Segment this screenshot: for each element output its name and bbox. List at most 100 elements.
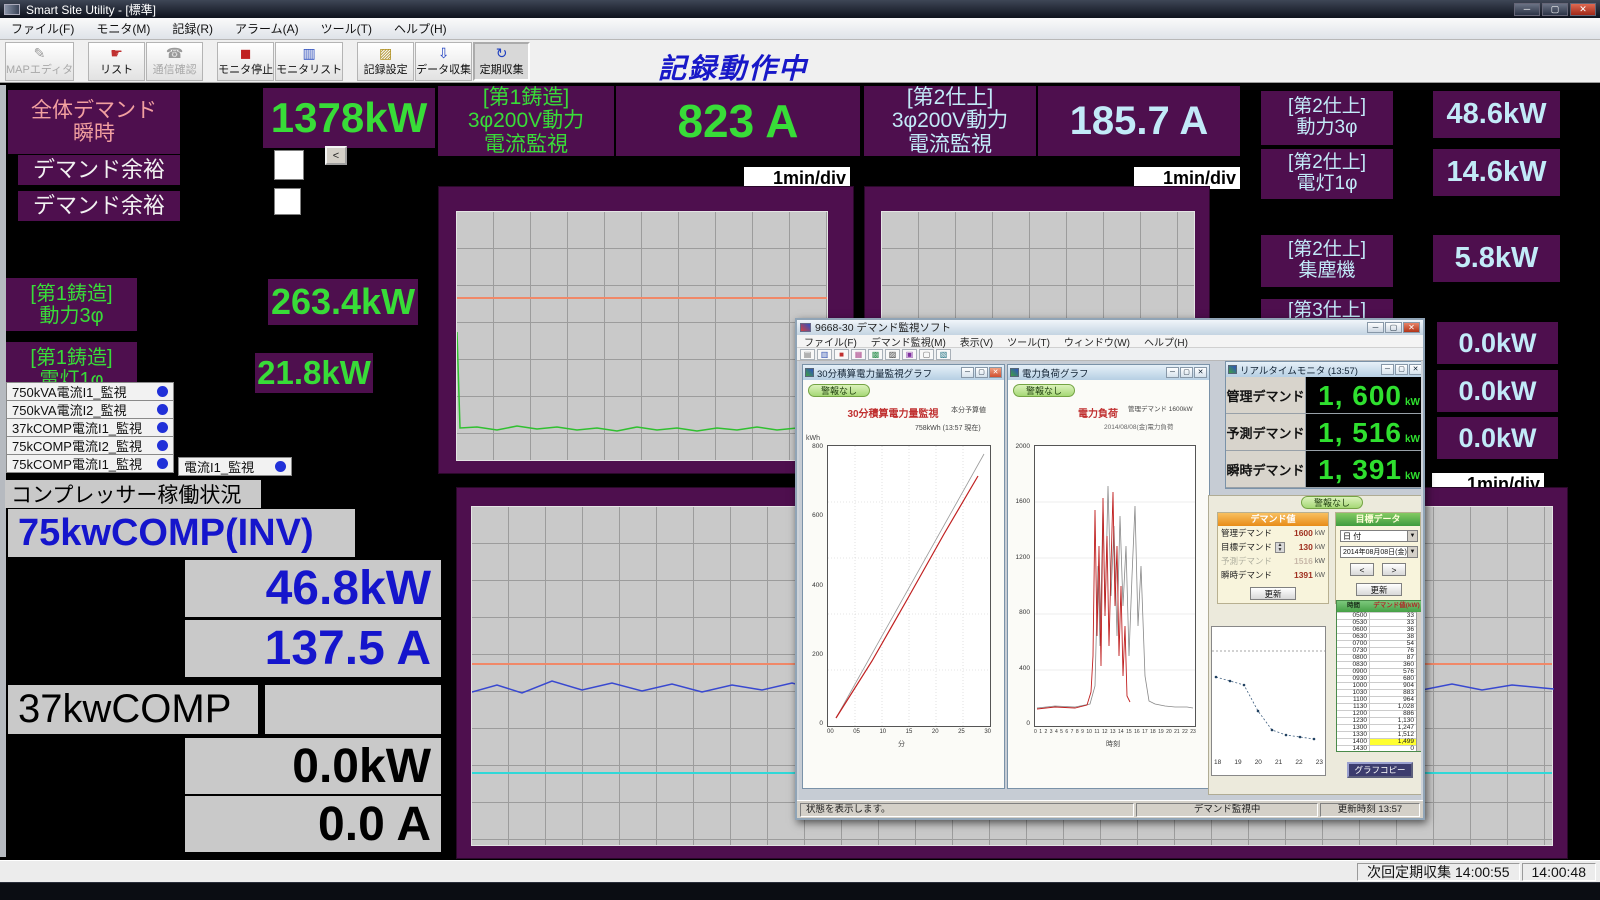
demand-margin-label-2: デマンド余裕 [18,191,180,221]
taskbar[interactable] [0,882,1600,900]
table-row: 1230 1,130 [1337,717,1421,724]
close-button[interactable]: ✕ [1570,3,1596,16]
y-axis-unit: kWh [806,435,820,442]
realtime-row-label: 予測デマンド [1226,414,1306,450]
minimize-button[interactable]: ─ [1166,367,1179,378]
next-collection-time: 次回定期収集 14:00:55 [1357,863,1519,881]
back-button[interactable]: < [325,146,347,165]
close-button[interactable]: ✕ [1194,367,1207,378]
toolbar-icon[interactable]: ▩ [868,349,883,360]
close-button[interactable]: ✕ [989,367,1002,378]
date-combo[interactable]: 2014年08月08日(金) ▼ [1340,546,1418,558]
table-row: 1000 904 [1337,682,1421,689]
close-button[interactable]: ✕ [1409,364,1421,375]
toolbar-icon[interactable]: ■ [834,349,849,360]
status-dot-icon [157,386,168,397]
table-scrollbar[interactable] [1416,612,1421,751]
toolbar-icon[interactable]: ▧ [936,349,951,360]
menu-item[interactable]: ツール(T) [1000,334,1057,349]
toolbar-icon[interactable]: ▤ [800,349,815,360]
monitor-list-item[interactable]: 75kCOMP電流I1_監視 [6,454,174,473]
toolbar-icon[interactable]: ▨ [885,349,900,360]
table-row: 1030 883 [1337,689,1421,696]
toolbar-button[interactable]: ☎ 通信確認 [146,42,203,81]
toolbar-button[interactable]: ↻ 定期収集 [473,42,530,81]
realtime-row-value: 1, 391 kW [1306,451,1421,487]
prev-button[interactable]: < [1350,563,1374,576]
margin-checkbox-2[interactable] [274,188,301,215]
maximize-button[interactable]: ▢ [975,367,988,378]
toolbar-button[interactable]: ◼ モニタ停止 [217,42,274,81]
app-icon [4,4,20,15]
maximize-button[interactable]: ▢ [1542,3,1568,16]
toolbar-button-icon: ☛ [110,46,123,61]
monitor-list-item[interactable]: 750kVA電流I1_監視 [6,382,174,401]
monitor-extra-item[interactable]: 電流I1_監視 [178,457,292,476]
table-row: 1330 1,512 [1337,731,1421,738]
monitor-list-item[interactable]: 37kCOMP電流I1_監視 [6,418,174,437]
menu-item[interactable]: モニタ(M) [85,20,161,37]
update-button[interactable]: 更新 [1356,583,1402,596]
table-row: 0730 76 [1337,647,1421,654]
comp37-current-value: 0.0 A [185,796,441,852]
energy-30min-window: 30分積算電力量監視グラフ ─ ▢ ✕ 警報なし 30分積算電力量監視 本分予算… [802,364,1005,789]
toolbar-button[interactable]: ☛ リスト [88,42,145,81]
monitor-list: 750kVA電流I1_監視 750kVA電流I2_監視 37kCOMP電流I1_… [6,383,174,473]
comp37-spacer [265,685,441,734]
monitor-icon [1228,365,1237,374]
table-row: 1200 886 [1337,710,1421,717]
menu-item[interactable]: ファイル(F) [797,334,864,349]
monitor-list-item-label: 75kCOMP電流I1_監視 [12,454,142,473]
minimize-button[interactable]: ─ [1367,322,1384,333]
monitor-list-item-label: 37kCOMP電流I1_監視 [12,418,142,437]
menu-item[interactable]: アラーム(A) [224,20,310,37]
menu-item[interactable]: ファイル(F) [0,20,85,37]
period-combo[interactable]: 日 付 ▼ [1340,530,1418,542]
demand-row: 目標デマンド ▲▼ 130 kW [1218,540,1328,554]
demand-row: 瞬時デマンド 1391 kW [1218,568,1328,582]
maximize-button[interactable]: ▢ [1180,367,1193,378]
chart-title: 30分積算電力量監視 [823,405,963,420]
finish3-value-1: 0.0kW [1437,322,1558,364]
toolbar-icon[interactable]: ▦ [851,349,866,360]
menu-item[interactable]: ツール(T) [310,20,383,37]
toolbar-button-label: モニタリスト [276,61,342,77]
menu-item[interactable]: 記録(R) [161,20,224,37]
graph-copy-button[interactable]: グラフコピー [1347,762,1413,778]
menu-item[interactable]: ヘルプ(H) [1137,334,1195,349]
menu-item[interactable]: デマンド監視(M) [864,334,953,349]
toolbar-icon[interactable]: ▣ [902,349,917,360]
monitor-list-item[interactable]: 750kVA電流I2_監視 [6,400,174,419]
update-button[interactable]: 更新 [1250,587,1296,600]
toolbar-button[interactable]: ▨ 記録設定 [357,42,414,81]
next-button[interactable]: > [1382,563,1406,576]
minimize-button[interactable]: ─ [961,367,974,378]
demand-window-status-bar: 状態を表示します。 デマンド監視中 更新時刻 13:57 [797,800,1423,818]
status-dot-icon [157,404,168,415]
menu-item[interactable]: ウィンドウ(W) [1057,334,1137,349]
monitor-list-item[interactable]: 75kCOMP電流I2_監視 [6,436,174,455]
comp75-label: 75kwCOMP(INV) [8,509,355,557]
finish2-power-value: 48.6kW [1433,91,1560,138]
recording-status-text: 記録動作中 [658,47,808,87]
table-row: 1100 964 [1337,696,1421,703]
target-stepper[interactable]: ▲▼ [1275,542,1285,553]
maximize-button[interactable]: ▢ [1385,322,1402,333]
toolbar-button-label: モニタ停止 [218,61,273,77]
margin-checkbox-1[interactable] [274,150,304,180]
minimize-button[interactable]: ─ [1381,364,1394,375]
toolbar-button[interactable]: ⇩ データ収集 [415,42,472,81]
toolbar-icon[interactable]: ▢ [919,349,934,360]
toolbar-icon[interactable]: ▥ [817,349,832,360]
cast1-current-value: 823 A [616,86,860,156]
close-button[interactable]: ✕ [1403,322,1420,333]
menu-item[interactable]: 表示(V) [953,334,1000,349]
menu-item[interactable]: ヘルプ(H) [383,20,458,37]
realtime-monitor-window: リアルタイムモニタ (13:57) ─ ▢ ✕ 管理デマンド [1225,361,1421,489]
maximize-button[interactable]: ▢ [1395,364,1408,375]
toolbar-button[interactable]: ✎ MAPエディタ [5,42,74,81]
toolbar-button[interactable]: ▥ モニタリスト [275,42,343,81]
finish2-power-label: [第2仕上]動力3φ [1261,91,1393,145]
minimize-button[interactable]: ─ [1514,3,1540,16]
table-row: 1430 0 [1337,745,1421,752]
